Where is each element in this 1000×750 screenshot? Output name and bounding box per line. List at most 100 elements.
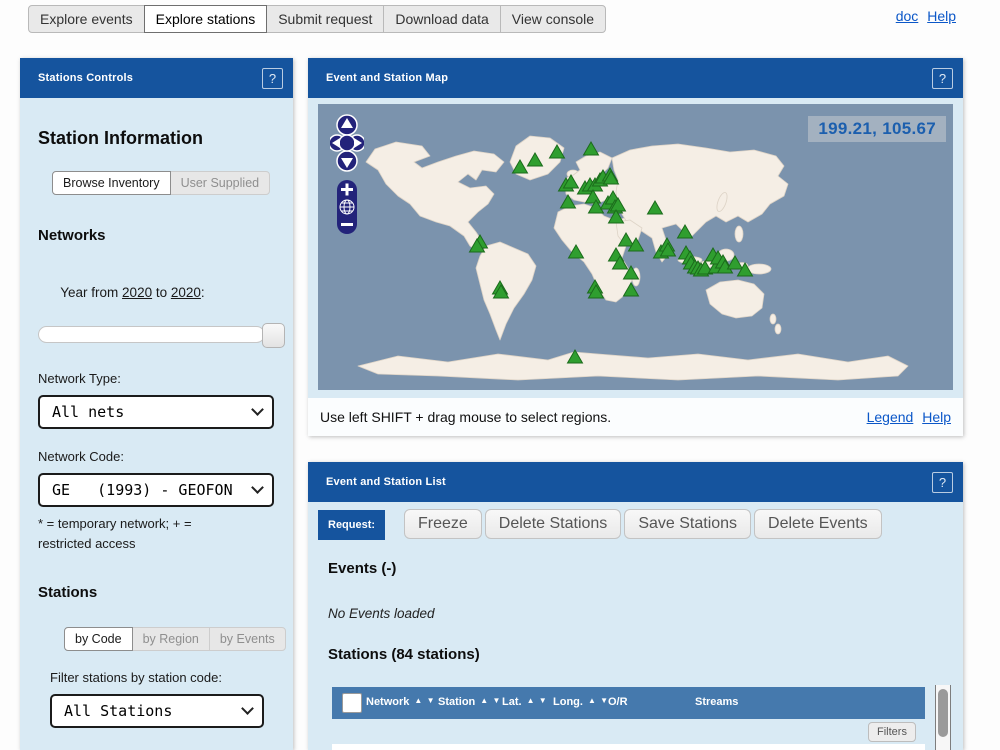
station-marker[interactable]: [569, 245, 584, 258]
top-links: doc Help: [891, 8, 956, 24]
map-panel-header: Event and Station Map ?: [308, 58, 963, 98]
freeze-button[interactable]: Freeze: [404, 509, 482, 539]
tab-view-console[interactable]: View console: [500, 5, 606, 33]
column-streams-label: Streams: [695, 696, 738, 708]
legend-link[interactable]: Legend: [867, 409, 914, 425]
list-panel-title: Event and Station List: [326, 476, 446, 488]
stations-controls-help-button[interactable]: ?: [262, 68, 283, 89]
map-pan-control-icon[interactable]: [330, 114, 364, 172]
map-footer-links: Legend Help: [862, 409, 951, 425]
network-code-select[interactable]: GE (1993) - GEOFON: [38, 473, 274, 507]
station-marker[interactable]: [728, 256, 743, 269]
sort-station-icons[interactable]: ▲ ▼: [480, 696, 501, 705]
request-button[interactable]: Request:: [318, 510, 385, 540]
help-link[interactable]: Help: [927, 8, 956, 24]
station-code-value: All Stations: [64, 702, 172, 720]
year-from-link[interactable]: 2020: [122, 285, 152, 300]
stations-controls-title: Stations Controls: [38, 72, 133, 84]
stations-controls-panel: Stations Controls ? Station Information …: [20, 58, 293, 750]
station-marker[interactable]: [624, 283, 639, 296]
inventory-source-toggle: Browse Inventory User Supplied: [52, 171, 270, 195]
sort-lat-icons[interactable]: ▲ ▼: [527, 696, 548, 705]
sort-network-icons[interactable]: ▲ ▼: [414, 696, 435, 705]
year-range-slider[interactable]: [38, 326, 265, 343]
table-row[interactable]: [332, 744, 925, 750]
column-lat-label: Lat.: [502, 696, 522, 708]
scrollbar-thumb[interactable]: [938, 689, 948, 737]
networks-heading: Networks: [38, 227, 275, 244]
event-station-map-panel: Event and Station Map ?: [308, 58, 963, 436]
year-prefix: Year from: [60, 285, 122, 300]
map-hint-text: Use left SHIFT + drag mouse to select re…: [320, 409, 611, 425]
station-marker[interactable]: [568, 350, 583, 363]
network-type-select[interactable]: All nets: [38, 395, 274, 429]
by-region-button[interactable]: by Region: [132, 627, 210, 651]
event-station-list-panel: Event and Station List ? Request: Freeze…: [308, 462, 963, 750]
column-lat: Lat. ▲ ▼: [502, 696, 548, 708]
delete-stations-button[interactable]: Delete Stations: [485, 509, 622, 539]
map-panel-help-button[interactable]: ?: [932, 68, 953, 89]
tab-explore-stations[interactable]: Explore stations: [144, 5, 268, 33]
stations-table-header: Network▲ ▼ Station▲ ▼ Lat.▲ ▼ Long.▲ ▼ O…: [332, 687, 925, 719]
column-long-label: Long.: [553, 696, 583, 708]
network-note: * = temporary network; + = restricted ac…: [38, 514, 275, 554]
save-stations-button[interactable]: Save Stations: [624, 509, 751, 539]
station-marker[interactable]: [678, 225, 693, 238]
tab-explore-events[interactable]: Explore events: [28, 5, 145, 33]
station-marker[interactable]: [561, 195, 576, 208]
year-suffix: :: [201, 285, 205, 300]
tab-submit-request[interactable]: Submit request: [266, 5, 384, 33]
sort-long-icons[interactable]: ▲ ▼: [588, 696, 609, 705]
year-to-link[interactable]: 2020: [171, 285, 201, 300]
network-type-label: Network Type:: [38, 371, 275, 386]
browse-inventory-button[interactable]: Browse Inventory: [52, 171, 171, 195]
station-code-filter-label: Filter stations by station code:: [50, 670, 275, 685]
select-all-checkbox[interactable]: [342, 693, 362, 713]
network-code-value: GE (1993) - GEOFON: [52, 481, 233, 499]
column-long: Long. ▲ ▼: [553, 696, 609, 708]
by-code-button[interactable]: by Code: [64, 627, 133, 651]
station-marker[interactable]: [584, 142, 599, 155]
year-slider-handle[interactable]: [262, 323, 285, 348]
chevron-down-icon: [251, 481, 264, 494]
events-empty-text: No Events loaded: [328, 606, 435, 621]
map-panel-title: Event and Station Map: [326, 72, 448, 84]
station-marker[interactable]: [550, 145, 565, 158]
stations-heading: Stations: [38, 584, 275, 601]
user-supplied-button[interactable]: User Supplied: [170, 171, 271, 195]
station-marker[interactable]: [513, 160, 528, 173]
station-markers-layer: [318, 104, 953, 390]
main-tabbar: Explore events Explore stations Submit r…: [28, 5, 606, 33]
station-information-heading: Station Information: [38, 128, 275, 149]
network-type-value: All nets: [52, 403, 124, 421]
station-marker[interactable]: [619, 233, 634, 246]
map-coordinates-readout: 199.21, 105.67: [808, 116, 946, 142]
delete-events-button[interactable]: Delete Events: [754, 509, 882, 539]
year-range-label: Year from 2020 to 2020:: [38, 270, 275, 315]
network-note-line2: restricted access: [38, 534, 275, 554]
stations-controls-header: Stations Controls ?: [20, 58, 293, 98]
stations-count-heading: Stations (84 stations): [328, 646, 480, 663]
column-or-label: O/R: [608, 696, 628, 708]
column-station: Station ▲ ▼: [438, 696, 501, 708]
map-help-link[interactable]: Help: [922, 409, 951, 425]
station-filter-mode-toggle: by Code by Region by Events: [64, 627, 286, 651]
list-panel-help-button[interactable]: ?: [932, 472, 953, 493]
station-marker[interactable]: [528, 153, 543, 166]
stations-table-scrollbar[interactable]: [935, 685, 951, 750]
column-network: Network▲ ▼: [366, 696, 435, 708]
events-heading: Events (-): [328, 560, 396, 577]
column-streams: Streams: [695, 696, 738, 708]
tab-download-data[interactable]: Download data: [383, 5, 500, 33]
map-zoom-control-icon[interactable]: [337, 180, 357, 234]
column-station-label: Station: [438, 696, 475, 708]
filters-button[interactable]: Filters: [868, 722, 916, 742]
list-panel-header: Event and Station List ?: [308, 462, 963, 502]
doc-link[interactable]: doc: [896, 8, 919, 24]
network-code-label: Network Code:: [38, 449, 275, 464]
world-map[interactable]: 199.21, 105.67: [318, 104, 953, 390]
station-code-select[interactable]: All Stations: [50, 694, 264, 728]
station-marker[interactable]: [648, 201, 663, 214]
by-events-button[interactable]: by Events: [209, 627, 286, 651]
chevron-down-icon: [241, 702, 254, 715]
